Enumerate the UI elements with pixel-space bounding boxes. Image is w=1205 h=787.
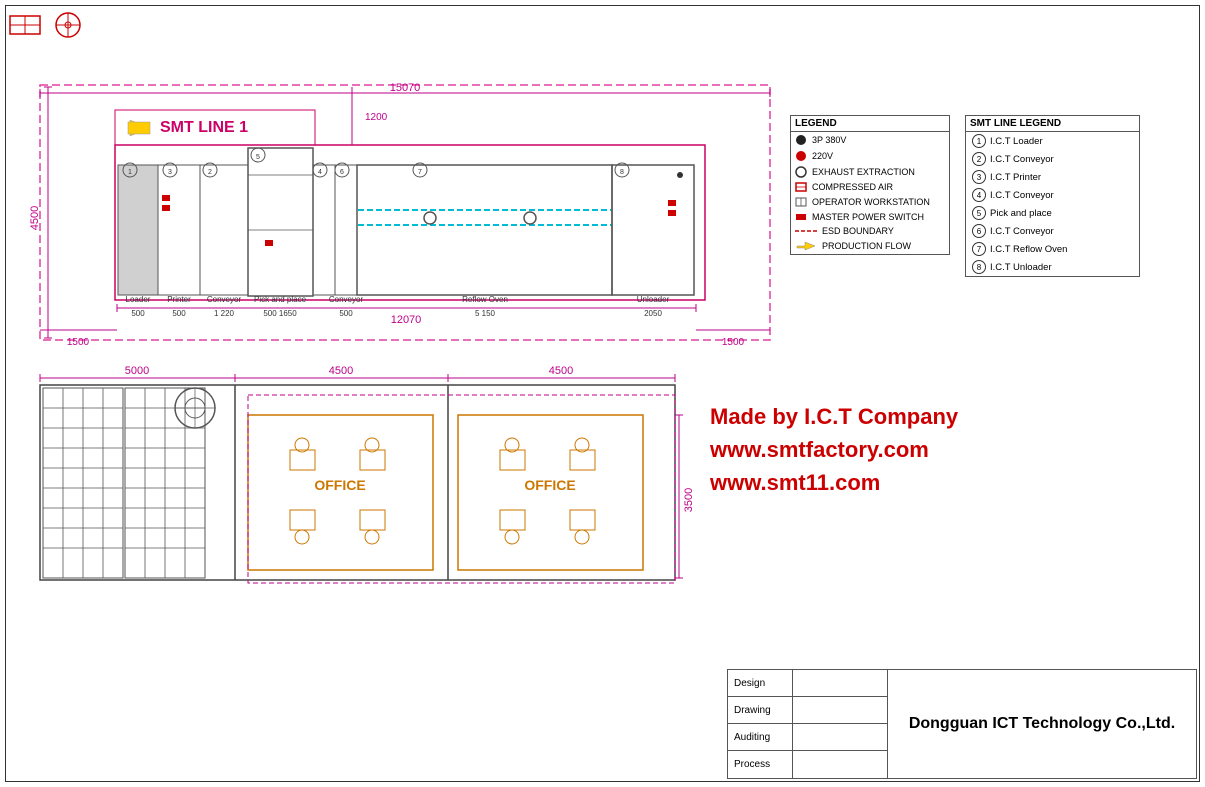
smt-item-5: 5 Pick and place [966,204,1139,222]
svg-text:8: 8 [620,169,624,176]
svg-text:1 220: 1 220 [214,309,235,318]
svg-text:500: 500 [339,309,353,318]
svg-text:4500: 4500 [29,206,41,230]
smt-item-7: 7 I.C.T Reflow Oven [966,240,1139,258]
smt-legend-title: SMT LINE LEGEND [966,116,1139,132]
smt-legend-box: SMT LINE LEGEND 1 I.C.T Loader 2 I.C.T C… [965,115,1140,277]
svg-text:Printer: Printer [167,295,191,304]
legend-item-1: 3P 380V [791,132,949,148]
svg-text:4500: 4500 [549,365,573,377]
svg-text:12070: 12070 [391,314,422,326]
smt-item-3: 3 I.C.T Printer [966,168,1139,186]
legend-title: LEGEND [791,116,949,132]
title-block-company: Dongguan ICT Technology Co.,Ltd. [888,670,1196,778]
svg-text:500: 500 [172,309,186,318]
legend-item-5: OPERATOR WORKSTATION [791,194,949,210]
title-row-design: Design [728,670,887,697]
svg-text:Conveyor: Conveyor [329,295,364,304]
made-by-text: Made by I.C.T Company www.smtfactory.com… [710,400,958,499]
svg-text:1: 1 [128,169,132,176]
svg-text:5 150: 5 150 [475,309,496,318]
legend-item-3: EXHAUST EXTRACTION [791,164,949,180]
legend-item-7: ESD BOUNDARY [791,224,949,238]
smt-item-8: 8 I.C.T Unloader [966,258,1139,276]
svg-text:OFFICE: OFFICE [314,477,365,493]
svg-text:500: 500 [131,309,145,318]
svg-text:4: 4 [318,169,322,176]
svg-text:3: 3 [168,169,172,176]
made-by-line1: Made by I.C.T Company [710,400,958,433]
svg-text:Reflow Oven: Reflow Oven [462,295,508,304]
svg-text:1500: 1500 [722,337,745,348]
smt-item-1: 1 I.C.T Loader [966,132,1139,150]
svg-text:500 1650: 500 1650 [263,309,297,318]
svg-text:6: 6 [340,169,344,176]
legend-box: LEGEND 3P 380V 220V EXHAUST EXTRACTION C… [790,115,950,255]
smt-item-4: 4 I.C.T Conveyor [966,186,1139,204]
smt-item-2: 2 I.C.T Conveyor [966,150,1139,168]
svg-text:1500: 1500 [67,337,90,348]
svg-text:15070: 15070 [390,82,421,94]
svg-text:Conveyor: Conveyor [207,295,242,304]
legend-item-4: COMPRESSED AIR [791,180,949,194]
svg-text:5: 5 [256,154,260,161]
svg-text:1200: 1200 [365,112,388,123]
svg-text:2050: 2050 [644,309,662,318]
title-block-fields: Design Drawing Auditing Process [728,670,888,778]
svg-text:3500: 3500 [683,488,695,512]
title-row-drawing: Drawing [728,697,887,724]
title-row-auditing: Auditing [728,724,887,751]
legend-item-8: PRODUCTION FLOW [791,238,949,254]
made-by-line3: www.smt11.com [710,466,958,499]
title-row-process: Process [728,751,887,778]
svg-text:4500: 4500 [329,365,353,377]
legend-item-6: MASTER POWER SWITCH [791,210,949,224]
svg-text:2: 2 [208,169,212,176]
svg-text:Loader: Loader [126,295,151,304]
svg-text:SMT LINE 1: SMT LINE 1 [160,119,248,136]
svg-text:5000: 5000 [125,365,149,377]
legend-item-2: 220V [791,148,949,164]
made-by-line2: www.smtfactory.com [710,433,958,466]
svg-text:OFFICE: OFFICE [524,477,575,493]
title-block: Design Drawing Auditing Process Dongguan… [727,669,1197,779]
svg-text:Unloader: Unloader [637,295,670,304]
svg-text:Pick and place: Pick and place [254,295,307,304]
svg-text:7: 7 [418,169,422,176]
smt-item-6: 6 I.C.T Conveyor [966,222,1139,240]
